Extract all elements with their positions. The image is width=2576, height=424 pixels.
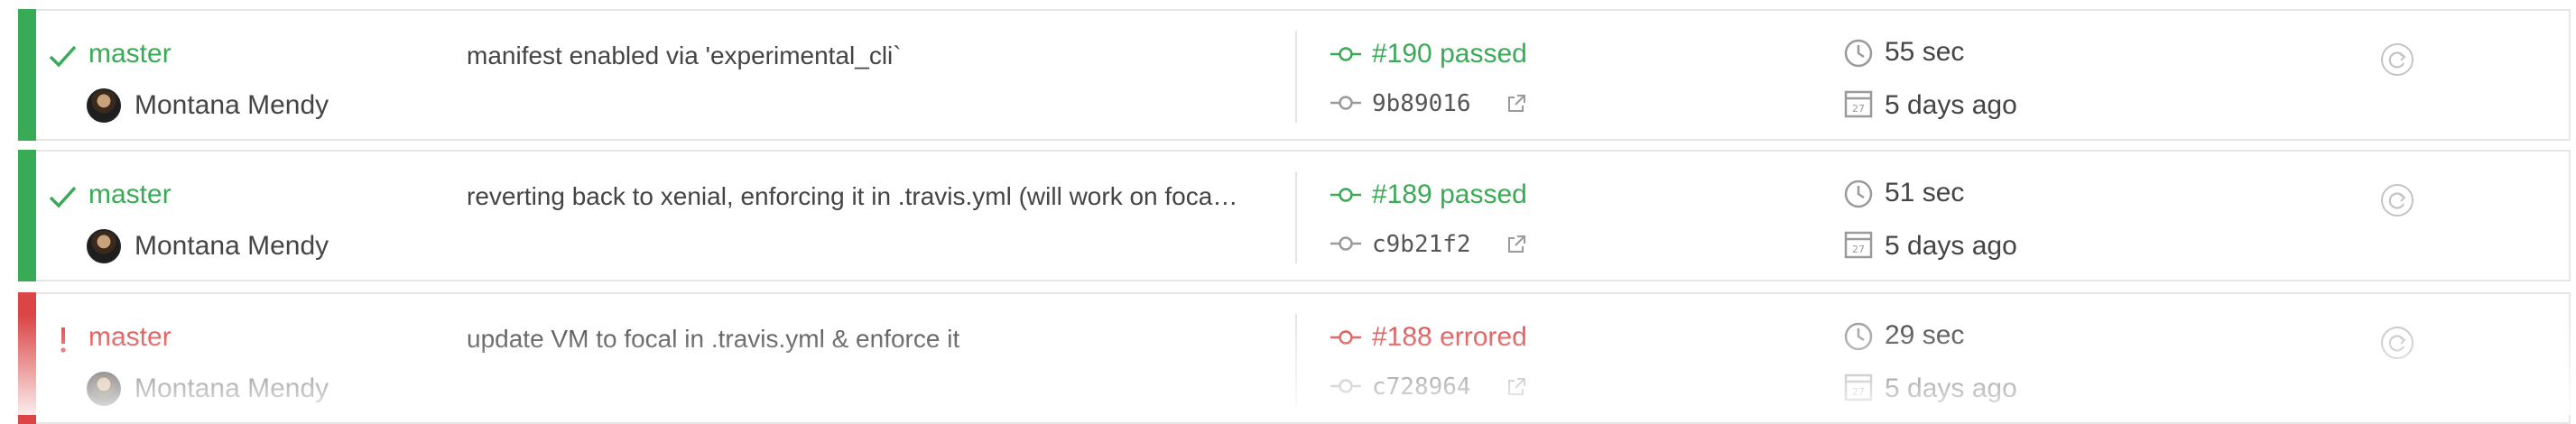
divider [1295, 31, 1297, 123]
status-stripe [18, 292, 36, 424]
commit-sha-link[interactable]: c9b21f2 [1372, 231, 1471, 258]
restart-icon[interactable] [2379, 41, 2415, 78]
calendar-day: 27 [1852, 244, 1865, 255]
branch-name[interactable]: master [88, 322, 171, 353]
commit-icon [1330, 236, 1361, 251]
calendar-icon: 27 [1844, 231, 1873, 259]
divider [1295, 171, 1297, 263]
build-number-link[interactable]: #189 passed [1372, 180, 1527, 210]
clock-icon [1844, 39, 1873, 68]
build-commit-icon [1330, 188, 1361, 202]
status-stripe [18, 150, 36, 281]
calendar-icon: 27 [1844, 373, 1873, 401]
finished-time: 5 days ago [1885, 90, 2017, 120]
commit-sha-link[interactable]: c728964 [1372, 373, 1471, 401]
build-history-list: master Montana Mendy manifest enabled vi… [0, 0, 2576, 424]
branch-name[interactable]: master [88, 180, 171, 210]
external-link-icon[interactable] [1506, 93, 1527, 115]
commit-message: manifest enabled via 'experimental_cli` [467, 41, 902, 69]
build-duration: 29 sec [1885, 320, 1965, 350]
calendar-day: 27 [1852, 103, 1865, 115]
build-number-link[interactable]: #190 passed [1372, 39, 1527, 69]
avatar [87, 372, 121, 406]
clock-icon [1844, 322, 1873, 351]
build-duration: 55 sec [1885, 37, 1965, 67]
external-link-icon[interactable] [1506, 234, 1527, 255]
build-row[interactable]: master Montana Mendy manifest enabled vi… [18, 9, 2571, 141]
external-link-icon[interactable] [1506, 376, 1527, 398]
commit-message: reverting back to xenial, enforcing it i… [467, 182, 1238, 210]
author-name: Montana Mendy [134, 90, 329, 120]
check-icon [49, 45, 77, 68]
restart-icon[interactable] [2379, 182, 2415, 218]
clock-icon [1844, 180, 1873, 208]
commit-message: update VM to focal in .travis.yml & enfo… [467, 325, 960, 353]
check-icon [49, 186, 77, 208]
avatar [87, 88, 121, 123]
commit-sha-link[interactable]: 9b89016 [1372, 90, 1471, 117]
avatar [87, 229, 121, 263]
build-duration: 51 sec [1885, 178, 1965, 207]
branch-name[interactable]: master [88, 39, 171, 69]
author-name: Montana Mendy [134, 373, 329, 403]
finished-time: 5 days ago [1885, 231, 2017, 261]
author-name: Montana Mendy [134, 231, 329, 261]
divider [1295, 314, 1297, 406]
build-row[interactable]: master Montana Mendy reverting back to x… [18, 150, 2571, 281]
calendar-icon: 27 [1844, 90, 1873, 118]
restart-icon[interactable] [2379, 325, 2415, 361]
calendar-day: 27 [1852, 386, 1865, 398]
build-commit-icon [1330, 330, 1361, 345]
finished-time: 5 days ago [1885, 373, 2017, 403]
build-number-link[interactable]: #188 errored [1372, 322, 1527, 353]
build-row[interactable]: master Montana Mendy update VM to focal … [18, 292, 2571, 424]
status-stripe [18, 9, 36, 141]
build-commit-icon [1330, 47, 1361, 61]
commit-icon [1330, 379, 1361, 393]
exclamation-icon [60, 327, 66, 353]
commit-icon [1330, 96, 1361, 110]
